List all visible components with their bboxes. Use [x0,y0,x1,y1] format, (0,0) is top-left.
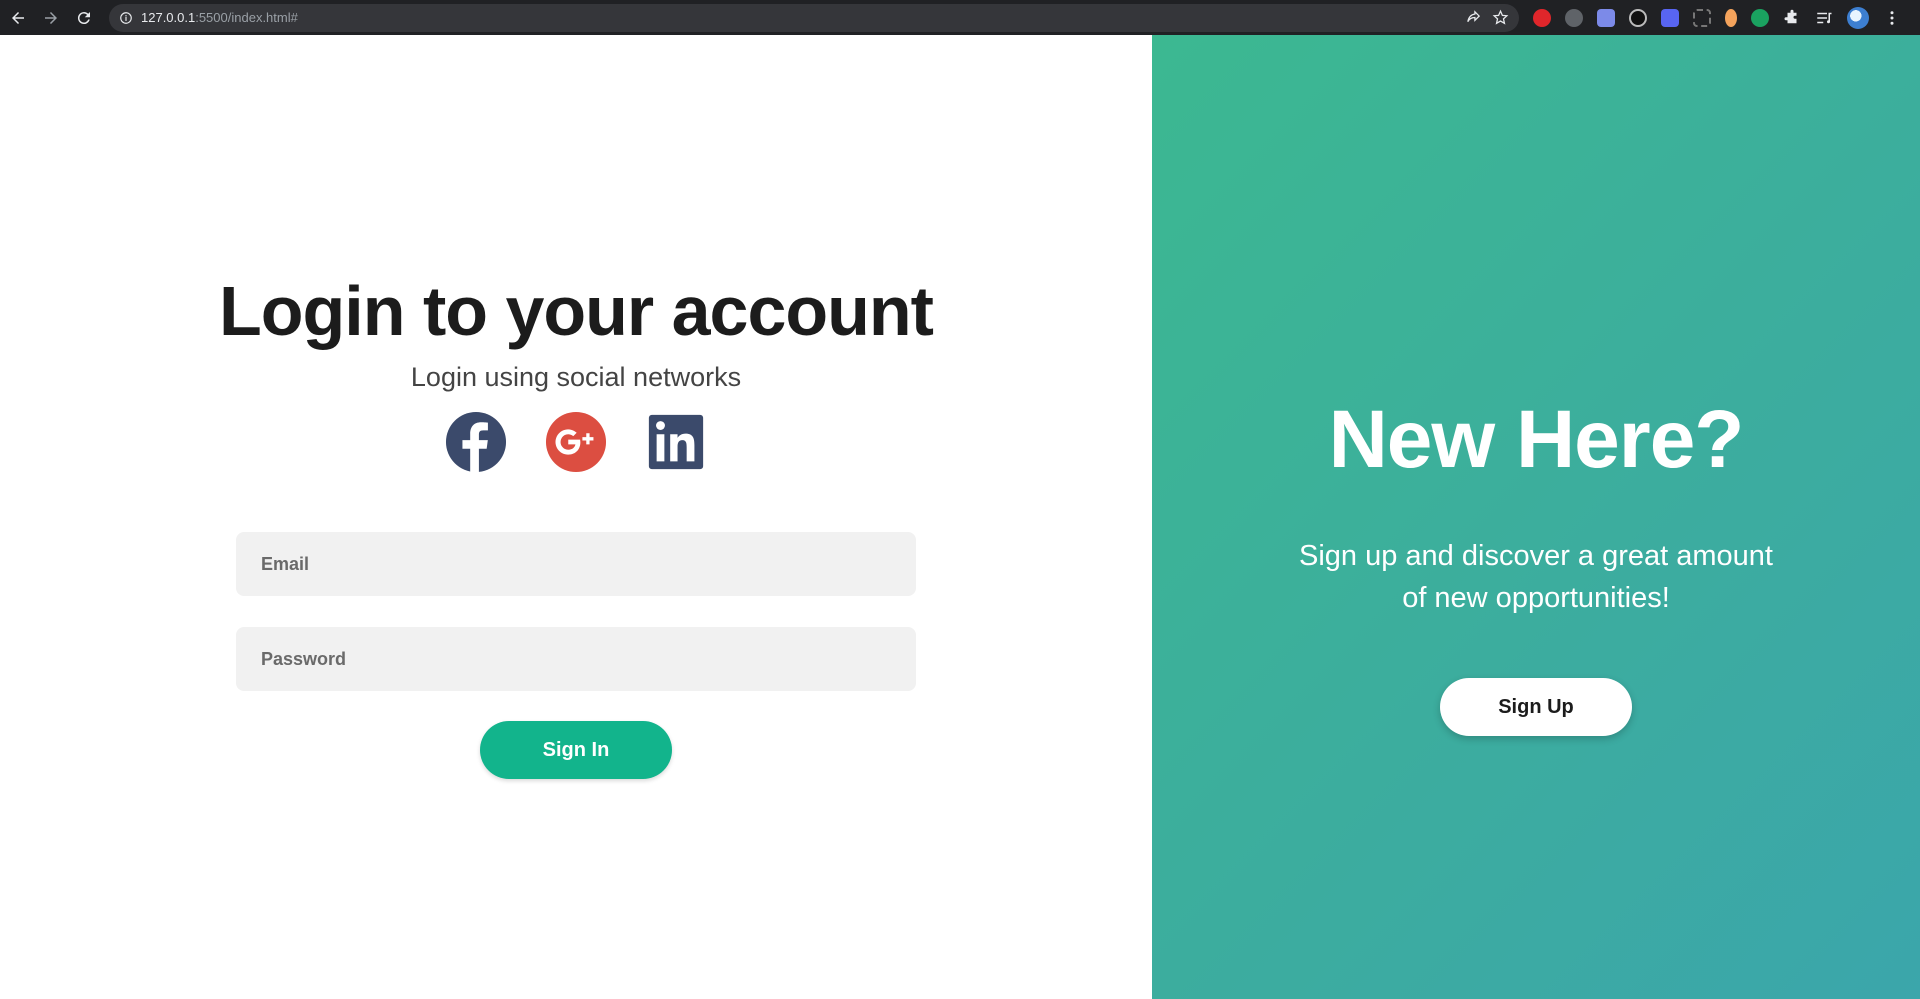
extension-screenshot-icon[interactable] [1693,8,1711,27]
extension-gray-icon[interactable] [1565,8,1583,27]
extension-purple-icon[interactable] [1661,8,1679,27]
linkedin-login-button[interactable] [645,411,707,473]
reload-icon [77,11,90,24]
facebook-icon [445,411,507,473]
menu-icon[interactable] [1883,9,1901,27]
extension-discord-icon[interactable] [1597,8,1615,27]
url-path: :5500/index.html# [195,10,298,25]
extension-red-icon[interactable] [1533,8,1551,27]
signup-title: New Here? [1328,394,1745,485]
extensions-icon[interactable] [1783,9,1801,27]
linkedin-icon [648,414,704,470]
sign-up-button[interactable]: Sign Up [1440,678,1632,736]
extension-green-plus-icon[interactable] [1751,8,1769,27]
social-login-group [0,411,1152,473]
sign-in-button[interactable]: Sign In [480,721,672,779]
email-field[interactable] [236,532,916,596]
signup-description: Sign up and discover a great amount of n… [1299,540,1773,614]
forward-icon [45,11,57,24]
share-icon[interactable] [1465,9,1482,26]
login-title: Login to your account [219,272,934,350]
google-plus-login-button[interactable] [545,411,607,473]
login-subtitle: Login using social networks [410,362,742,392]
facebook-login-button[interactable] [445,411,507,473]
password-field[interactable] [236,627,916,691]
reading-list-icon[interactable] [1815,9,1833,27]
forward-button[interactable] [36,3,66,33]
reload-button[interactable] [69,3,99,33]
info-icon[interactable] [119,11,133,25]
browser-toolbar: 127.0.0.1:5500/index.html# [0,0,1920,35]
bookmark-star-icon[interactable] [1492,9,1509,26]
address-bar[interactable]: 127.0.0.1:5500/index.html# [109,3,1519,32]
extensions-bar [1533,6,1901,29]
extension-dark-icon[interactable] [1629,8,1647,27]
page: Login to your account Login using social… [0,35,1920,999]
profile-avatar[interactable] [1847,6,1869,29]
signup-panel: New Here? Sign up and discover a great a… [1152,35,1920,999]
google-plus-icon [545,411,607,473]
url-host: 127.0.0.1 [141,10,196,25]
back-icon [12,11,24,24]
url-text[interactable]: 127.0.0.1:5500/index.html# [141,10,298,25]
back-button[interactable] [3,3,33,33]
login-panel: Login to your account Login using social… [0,35,1152,999]
extension-orange-icon[interactable] [1725,8,1737,27]
